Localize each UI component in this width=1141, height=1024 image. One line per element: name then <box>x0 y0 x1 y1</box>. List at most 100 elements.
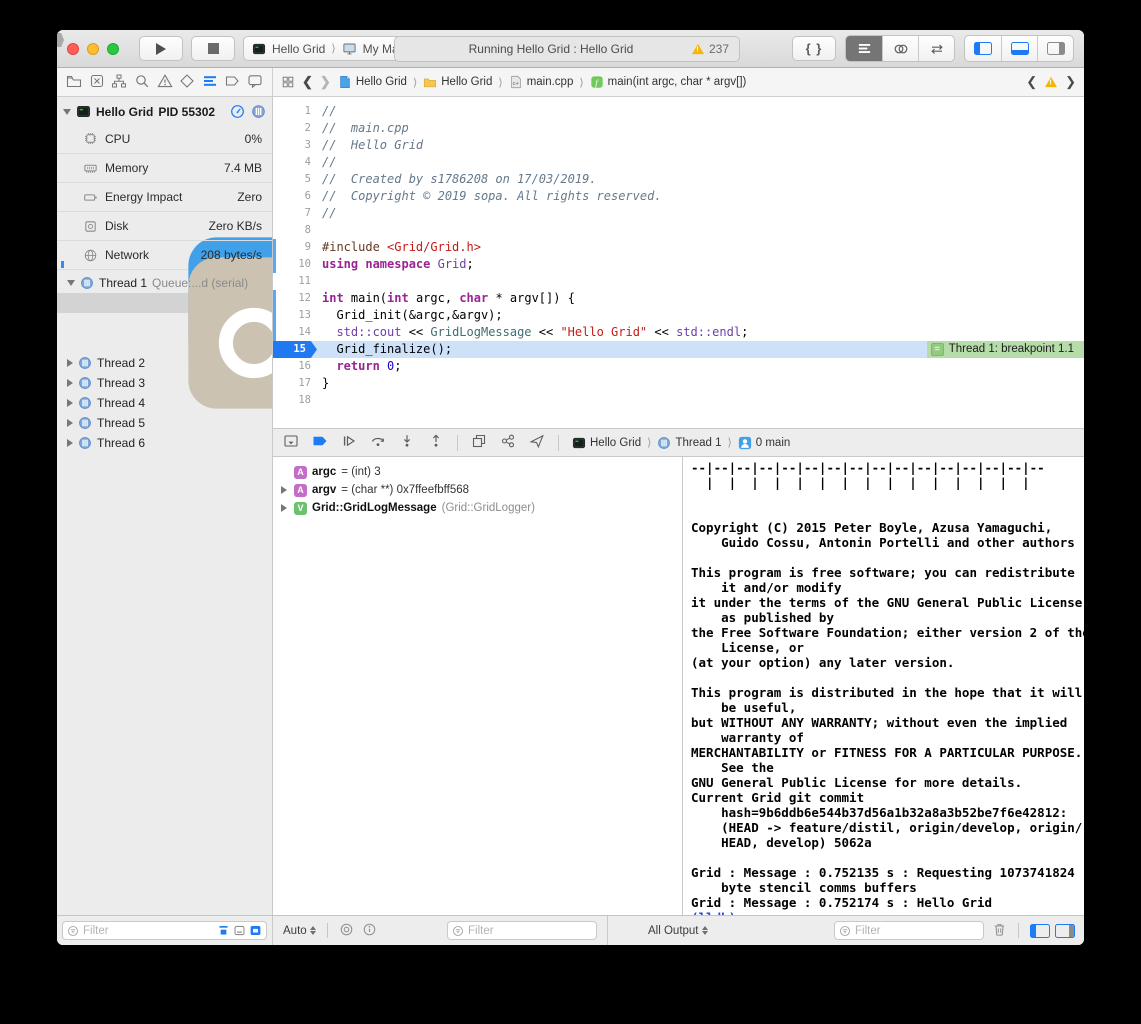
code-line-11[interactable]: 11 <box>273 273 1084 290</box>
frame-row-2-start[interactable]: 2 start <box>57 333 272 353</box>
code-line-18[interactable]: 18 <box>273 392 1084 409</box>
thread-row-5[interactable]: Thread 5 <box>57 413 272 433</box>
source-control-navigator-button[interactable] <box>89 73 105 92</box>
line-number[interactable]: 4 <box>273 154 317 171</box>
disclosure-closed-icon[interactable] <box>67 379 73 387</box>
line-number[interactable]: 14 <box>273 324 317 341</box>
filter-toggle-3-icon[interactable] <box>249 924 262 937</box>
jumpbar-crumb-0[interactable]: Hello Grid <box>338 75 407 89</box>
line-number[interactable]: 3 <box>273 137 317 154</box>
code-line-7[interactable]: 7// <box>273 205 1084 222</box>
step-into-button[interactable] <box>399 433 415 452</box>
thread-row-6[interactable]: Thread 6 <box>57 433 272 453</box>
var-row-Grid-GridLogMessage[interactable]: VGrid::GridLogMessage (Grid::GridLogger) <box>273 499 682 517</box>
navigator-filter-field[interactable]: Filter <box>62 921 267 940</box>
clear-console-button[interactable] <box>992 922 1007 940</box>
disclosure-closed-icon[interactable] <box>67 399 73 407</box>
thread-row-1[interactable]: Thread 1Queue:...d (serial) <box>57 273 272 293</box>
source-editor[interactable]: 1//2// main.cpp3// Hello Grid4//5// Crea… <box>273 97 1084 428</box>
threads-view-button[interactable] <box>251 104 266 119</box>
code-line-13[interactable]: 13 Grid_init(&argc,&argv); <box>273 307 1084 324</box>
disclosure-closed-icon[interactable] <box>67 439 73 447</box>
gauge-row-energy-impact[interactable]: Energy ImpactZero <box>57 182 272 211</box>
stop-button[interactable] <box>191 36 235 61</box>
find-navigator-button[interactable] <box>134 73 150 92</box>
line-number[interactable]: 13 <box>273 307 317 324</box>
code-line-9[interactable]: 9#include <Grid/Grid.h> <box>273 239 1084 256</box>
line-number[interactable]: 2 <box>273 120 317 137</box>
line-number[interactable]: 1 <box>273 103 317 120</box>
zoom-window-button[interactable] <box>107 43 119 55</box>
activity-status-bar[interactable]: Running Hello Grid : Hello Grid 237 <box>394 36 740 62</box>
hide-debug-area-button[interactable] <box>283 433 299 452</box>
code-line-4[interactable]: 4// <box>273 154 1084 171</box>
related-items-icon[interactable] <box>281 75 295 89</box>
line-number[interactable]: 11 <box>273 273 317 290</box>
toggle-inspector-button[interactable] <box>1037 36 1073 61</box>
issue-navigator-button[interactable] <box>157 73 173 92</box>
symbol-navigator-button[interactable] <box>111 73 127 92</box>
code-line-5[interactable]: 5// Created by s1786208 on 17/03/2019. <box>273 171 1084 188</box>
line-number[interactable]: 7 <box>273 205 317 222</box>
disclosure-closed-icon[interactable] <box>67 359 73 367</box>
previous-issue-button[interactable]: ❮ <box>1026 74 1037 90</box>
thread-row-2[interactable]: Thread 2 <box>57 353 272 373</box>
assistant-editor-button[interactable] <box>882 36 918 61</box>
disclosure-closed-icon[interactable] <box>67 419 73 427</box>
code-line-15[interactable]: 15 Grid_finalize();=Thread 1: breakpoint… <box>273 341 1084 358</box>
gauge-row-cpu[interactable]: CPU0% <box>57 124 272 153</box>
debugbar-crumb-0[interactable]: Hello Grid <box>572 436 641 450</box>
process-row[interactable]: Hello Grid PID 55302 <box>57 97 272 124</box>
variables-filter-field[interactable]: Filter <box>447 921 597 940</box>
debug-navigator-button[interactable] <box>202 73 218 92</box>
toggle-navigator-button[interactable] <box>965 36 1001 61</box>
jumpbar-crumb-1[interactable]: Hello Grid <box>423 75 492 89</box>
code-line-1[interactable]: 1// <box>273 103 1084 120</box>
debugbar-crumb-2[interactable]: 0 main <box>738 436 791 450</box>
line-number[interactable]: 10 <box>273 256 317 273</box>
toggle-console-button[interactable] <box>1055 924 1075 938</box>
gauges-view-button[interactable] <box>230 104 245 119</box>
breakpoint-line-number[interactable]: 15 <box>273 341 317 358</box>
next-issue-button[interactable]: ❯ <box>1065 74 1076 90</box>
disclosure-closed-icon[interactable] <box>281 504 289 512</box>
code-snippets-button[interactable]: { } <box>792 36 836 61</box>
code-line-3[interactable]: 3// Hello Grid <box>273 137 1084 154</box>
run-button[interactable] <box>139 36 183 61</box>
code-line-16[interactable]: 16 return 0; <box>273 358 1084 375</box>
line-number[interactable]: 6 <box>273 188 317 205</box>
toggle-debug-area-button[interactable] <box>1001 36 1037 61</box>
line-number[interactable]: 17 <box>273 375 317 392</box>
code-line-17[interactable]: 17} <box>273 375 1084 392</box>
var-row-argc[interactable]: Aargc = (int) 3 <box>273 463 682 481</box>
gauge-row-network[interactable]: Network208 bytes/s <box>57 240 272 269</box>
project-navigator-button[interactable] <box>66 73 82 92</box>
breakpoint-navigator-button[interactable] <box>224 73 240 92</box>
code-line-10[interactable]: 10using namespace Grid; <box>273 256 1084 273</box>
simulate-location-button[interactable] <box>529 433 545 452</box>
line-number[interactable]: 8 <box>273 222 317 239</box>
info-button[interactable] <box>362 922 377 940</box>
go-forward-button[interactable]: ❯ <box>320 74 331 90</box>
debugbar-crumb-1[interactable]: Thread 1 <box>657 436 721 450</box>
var-row-argv[interactable]: Aargv = (char **) 0x7ffeefbff568 <box>273 481 682 499</box>
breakpoint-annotation[interactable]: =Thread 1: breakpoint 1.1 <box>927 341 1084 358</box>
step-out-button[interactable] <box>428 433 444 452</box>
line-number[interactable]: 12 <box>273 290 317 307</box>
line-number[interactable]: 18 <box>273 392 317 409</box>
console-output-selector[interactable]: All Output <box>648 925 708 937</box>
warning-count-badge[interactable]: 237 <box>681 37 739 61</box>
thread-row-3[interactable]: Thread 3 <box>57 373 272 393</box>
scheme-selector[interactable]: Hello Grid ⟩ My Mac <box>243 36 414 61</box>
jumpbar-crumb-3[interactable]: main(int argc, char * argv[]) <box>590 75 747 89</box>
go-back-button[interactable]: ❮ <box>302 74 313 90</box>
line-number[interactable]: 5 <box>273 171 317 188</box>
quicklook-button[interactable] <box>339 922 354 940</box>
test-navigator-button[interactable] <box>179 73 195 92</box>
disclosure-open-icon[interactable] <box>67 280 75 286</box>
console-output[interactable]: --|--|--|--|--|--|--|--|--|--|--|--|--|-… <box>683 457 1084 915</box>
code-line-12[interactable]: 12int main(int argc, char * argv[]) { <box>273 290 1084 307</box>
close-window-button[interactable] <box>67 43 79 55</box>
console-filter-field[interactable]: Filter <box>834 921 984 940</box>
code-line-8[interactable]: 8 <box>273 222 1084 239</box>
